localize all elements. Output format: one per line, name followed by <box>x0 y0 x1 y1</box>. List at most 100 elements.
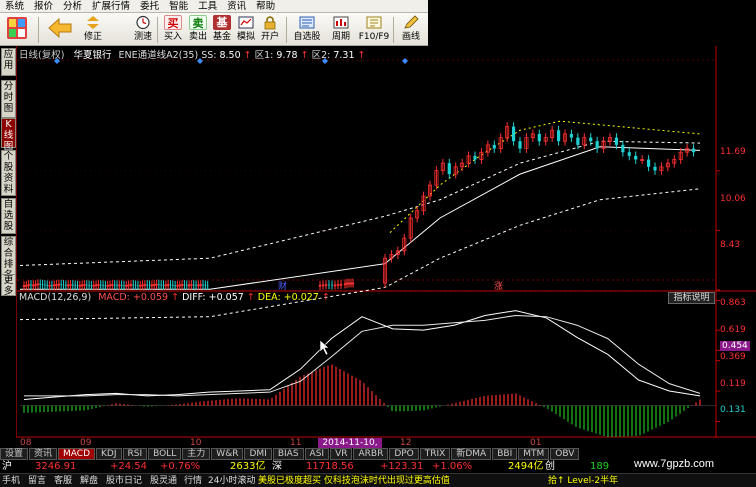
macd-tick-5: 0.131 <box>720 405 746 415</box>
news-ticker[interactable]: 美股已极度超买 仅科技泡沫时代出现过更高估值 <box>258 475 450 487</box>
level2-promo[interactable]: 拾↑ Level-2半年 <box>548 475 618 487</box>
sz-change: +123.31 <box>380 461 424 472</box>
menu-item-quote[interactable]: 报价 <box>29 0 58 13</box>
tab-new-dma[interactable]: 新DMA <box>451 448 492 460</box>
menu-item-analysis[interactable]: 分析 <box>58 0 87 13</box>
candle-body-down <box>41 284 44 286</box>
menu-item-smart[interactable]: 智能 <box>164 0 193 13</box>
candle-body-down <box>195 284 197 286</box>
candle-body-down <box>183 284 186 286</box>
menu-item-news[interactable]: 资讯 <box>222 0 251 13</box>
candle-body-down <box>172 284 174 286</box>
chart-area[interactable] <box>17 46 756 438</box>
finance-marker[interactable]: 财 <box>278 279 287 292</box>
candle-body-down <box>556 130 561 142</box>
cy-label: 创 <box>545 461 555 472</box>
candle-body-down <box>146 284 149 286</box>
tab-dpo[interactable]: DPO <box>389 448 419 460</box>
tab-kdj[interactable]: KDJ <box>96 448 122 460</box>
tab-vr[interactable]: VR <box>330 448 353 460</box>
side-tab-kline[interactable]: K线图 <box>1 118 16 152</box>
cy-value: 189 <box>590 461 610 472</box>
candle-body-down <box>646 159 651 167</box>
q1-label: 区1: <box>254 50 274 61</box>
candle-body-down <box>158 284 160 286</box>
simulate-button[interactable]: 模拟 <box>233 15 259 45</box>
macd-tick-4: 0.119 <box>720 379 746 389</box>
grid-button[interactable] <box>4 15 30 45</box>
menu-item-trade[interactable]: 委托 <box>135 0 164 13</box>
f10-button[interactable]: F10/F9 <box>358 15 390 45</box>
link-service[interactable]: 客服 <box>54 475 72 487</box>
candle-body-down <box>46 284 49 286</box>
indicator-help-button[interactable]: 指标说明 <box>668 292 715 304</box>
watchlist-button[interactable]: 自选股 <box>290 15 324 45</box>
menu-item-system[interactable]: 系统 <box>0 0 29 13</box>
link-message[interactable]: 留言 <box>28 475 46 487</box>
candle-body-down <box>691 148 696 153</box>
period-button[interactable]: 周期 <box>326 15 356 45</box>
toolbar-label-f10: F10/F9 <box>358 32 390 42</box>
toolbar-label-period: 周期 <box>331 32 350 42</box>
link-gulingtong[interactable]: 股灵通 <box>150 475 177 487</box>
ss-label: SS: <box>201 50 217 61</box>
tab-asi[interactable]: ASI <box>304 448 330 460</box>
link-rolling[interactable]: 24小时滚动 <box>208 475 255 487</box>
watchlist-icon <box>298 15 316 30</box>
toolbar-label-speed: 测速 <box>133 32 152 42</box>
diff-label: DIFF: <box>182 292 206 303</box>
clock-icon <box>134 15 152 30</box>
tab-boll[interactable]: BOLL <box>148 448 182 460</box>
tab-rsi[interactable]: RSI <box>122 448 148 460</box>
toolbar-label-sell: 卖出 <box>188 32 207 42</box>
open-account-button[interactable]: 开户 <box>257 15 283 45</box>
pencil-icon <box>402 15 420 30</box>
tab-macd[interactable]: MACD <box>58 448 96 460</box>
tab-settings[interactable]: 设置 <box>0 448 29 460</box>
link-phone[interactable]: 手机 <box>2 475 20 487</box>
side-tab-stock-info[interactable]: 个股资料 <box>1 150 16 196</box>
link-quote[interactable]: 行情 <box>184 475 202 487</box>
fix-button[interactable]: 修正 <box>80 15 106 45</box>
macd-tick-1: 0.863 <box>720 298 746 308</box>
diff-value: +0.057 <box>208 292 244 303</box>
date-tick-2: 09 <box>80 438 92 448</box>
candle-body-down <box>85 284 88 286</box>
tab-news[interactable]: 资讯 <box>29 448 58 460</box>
fund-icon: 基 <box>213 15 231 30</box>
side-tab-apps[interactable]: 应用 <box>1 48 16 76</box>
tab-obv[interactable]: OBV <box>550 448 580 460</box>
side-tab-timeshare[interactable]: 分时图 <box>1 80 16 118</box>
date-cursor-label: 2014-11-10,一 <box>318 438 382 458</box>
tab-wr[interactable]: W&R <box>211 448 244 460</box>
buy-button[interactable]: 买 买入 <box>160 15 186 45</box>
fund-button[interactable]: 基 基金 <box>209 15 235 45</box>
back-button[interactable] <box>45 15 75 45</box>
menu-item-help[interactable]: 帮助 <box>251 0 280 13</box>
menu-item-extended[interactable]: 扩展行情 <box>87 0 135 13</box>
side-tab-watchlist[interactable]: 自选股 <box>1 198 16 234</box>
watermark: www.7gpzb.com <box>634 458 715 470</box>
tab-trix[interactable]: TRIX <box>419 448 451 460</box>
speedtest-button[interactable]: 测速 <box>130 15 156 45</box>
tab-arbr[interactable]: ARBR <box>353 448 389 460</box>
candle-body-down <box>614 137 619 145</box>
side-tab-more[interactable]: 更多 <box>1 274 16 297</box>
macd-label: MACD: <box>98 292 130 303</box>
link-commentary[interactable]: 解盘 <box>80 475 98 487</box>
link-diary[interactable]: 股市日记 <box>106 475 142 487</box>
tab-bias[interactable]: BIAS <box>272 448 304 460</box>
draw-line-button[interactable]: 画线 <box>398 15 424 45</box>
menu-item-tools[interactable]: 工具 <box>193 0 222 13</box>
candle-body-down <box>120 284 123 286</box>
tab-main-force[interactable]: 主力 <box>182 448 211 460</box>
rise-marker[interactable]: 涨 <box>494 279 503 292</box>
tab-mtm[interactable]: MTM <box>518 448 550 460</box>
price-tick-2: 10.06 <box>720 194 746 204</box>
toolbar-label-account: 开户 <box>260 32 279 42</box>
tab-dmi[interactable]: DMI <box>244 448 272 460</box>
candle-body-down <box>492 144 496 149</box>
sell-button[interactable]: 卖 卖出 <box>185 15 211 45</box>
candle-body-down <box>653 166 657 171</box>
tab-bbi[interactable]: BBI <box>492 448 518 460</box>
